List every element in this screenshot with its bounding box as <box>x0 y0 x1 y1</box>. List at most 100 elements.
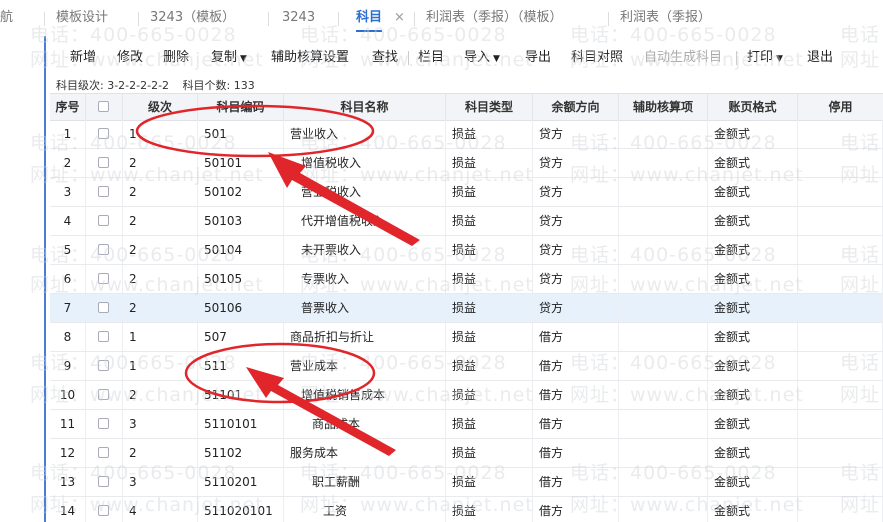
subject-levels: 科目级次: 3-2-2-2-2-2 <box>56 79 170 92</box>
table-row[interactable]: 7 2 50106 普票收入 损益 贷方 金额式 <box>50 294 883 323</box>
table-row[interactable]: 9 1 511 营业成本 损益 借方 金额式 <box>50 352 883 381</box>
aux-accounting-settings-button[interactable]: 辅助核算设置 <box>271 45 349 71</box>
tab-divider <box>138 12 139 26</box>
table-row[interactable]: 5 2 50104 未开票收入 损益 贷方 金额式 <box>50 236 883 265</box>
select-all-checkbox[interactable] <box>98 101 109 112</box>
row-seq: 9 <box>50 352 86 380</box>
header-disabled[interactable]: 停用 <box>798 94 883 120</box>
row-checkbox[interactable] <box>98 244 109 255</box>
row-code: 50103 <box>198 207 284 235</box>
tab-3243-template[interactable]: 3243（模板） <box>150 0 235 36</box>
auto-generate-subjects-button[interactable]: 自动生成科目 <box>644 45 722 71</box>
edit-button[interactable]: 修改 <box>117 45 143 71</box>
row-level: 1 <box>123 323 198 351</box>
row-disabled <box>798 352 883 380</box>
row-level: 4 <box>123 497 198 522</box>
row-checkbox[interactable] <box>98 186 109 197</box>
table-row[interactable]: 12 2 51102 服务成本 损益 借方 金额式 <box>50 439 883 468</box>
row-format: 金额式 <box>708 439 798 467</box>
row-checkbox[interactable] <box>98 389 109 400</box>
row-format: 金额式 <box>708 323 798 351</box>
row-direction: 贷方 <box>533 178 619 206</box>
row-checkbox[interactable] <box>98 418 109 429</box>
tab-profit-quarterly[interactable]: 利润表（季报） <box>620 0 711 36</box>
table-row[interactable]: 10 2 51101 增值税销售成本 损益 借方 金额式 <box>50 381 883 410</box>
row-format: 金额式 <box>708 381 798 409</box>
row-format: 金额式 <box>708 468 798 496</box>
header-seq[interactable]: 序号 <box>50 94 86 120</box>
row-direction: 借方 <box>533 468 619 496</box>
table-row[interactable]: 14 4 511020101 工资 损益 借方 金额式 <box>50 497 883 522</box>
row-aux <box>619 352 708 380</box>
table-row[interactable]: 2 2 50101 增值税收入 损益 贷方 金额式 <box>50 149 883 178</box>
row-checkbox[interactable] <box>98 476 109 487</box>
row-select-cell <box>86 178 123 206</box>
row-name: 服务成本 <box>284 439 446 467</box>
header-aux[interactable]: 辅助核算项 <box>619 94 708 120</box>
find-button[interactable]: 查找 <box>372 45 398 71</box>
header-format[interactable]: 账页格式 <box>708 94 798 120</box>
table-row[interactable]: 8 1 507 商品折扣与折让 损益 借方 金额式 <box>50 323 883 352</box>
table-row[interactable]: 11 3 5110101 商品成本 损益 借方 金额式 <box>50 410 883 439</box>
tab-template-design[interactable]: 模板设计 <box>56 0 108 36</box>
toolbar: 新增 修改 删除 复制 ▼ 辅助核算设置 查找 栏目 导入 ▼ 导出 科目对照 自动… <box>46 45 883 71</box>
header-type[interactable]: 科目类型 <box>446 94 533 120</box>
row-checkbox[interactable] <box>98 128 109 139</box>
delete-button[interactable]: 删除 <box>163 45 189 71</box>
table-row[interactable]: 4 2 50103 代开增值税收入 损益 贷方 金额式 <box>50 207 883 236</box>
print-dropdown-button[interactable]: 打印 ▼ <box>747 45 783 71</box>
import-dropdown-button[interactable]: 导入 ▼ <box>464 45 500 71</box>
row-code: 511 <box>198 352 284 380</box>
row-seq: 1 <box>50 120 86 148</box>
row-checkbox[interactable] <box>98 215 109 226</box>
row-checkbox[interactable] <box>98 273 109 284</box>
row-type: 损益 <box>446 352 533 380</box>
row-format: 金额式 <box>708 207 798 235</box>
tab-profit-quarterly-template[interactable]: 利润表（季报）（模板） <box>426 0 563 36</box>
row-level: 2 <box>123 439 198 467</box>
row-code: 50102 <box>198 178 284 206</box>
row-select-cell <box>86 497 123 522</box>
header-code[interactable]: 科目编码 <box>198 94 284 120</box>
row-name: 商品折扣与折让 <box>284 323 446 351</box>
table-row[interactable]: 3 2 50102 营业税收入 损益 贷方 金额式 <box>50 178 883 207</box>
row-select-cell <box>86 120 123 148</box>
row-disabled <box>798 468 883 496</box>
row-aux <box>619 410 708 438</box>
row-direction: 贷方 <box>533 294 619 322</box>
row-format: 金额式 <box>708 236 798 264</box>
header-level[interactable]: 级次 <box>123 94 198 120</box>
exit-button[interactable]: 退出 <box>807 45 833 71</box>
columns-button[interactable]: 栏目 <box>418 45 444 71</box>
row-seq: 12 <box>50 439 86 467</box>
subject-mapping-button[interactable]: 科目对照 <box>571 45 623 71</box>
row-checkbox[interactable] <box>98 447 109 458</box>
copy-dropdown-button[interactable]: 复制 ▼ <box>211 45 247 71</box>
header-name[interactable]: 科目名称 <box>284 94 446 120</box>
tab-3243[interactable]: 3243 <box>282 0 315 36</box>
table-row[interactable]: 1 1 501 营业收入 损益 贷方 金额式 <box>50 120 883 149</box>
table-row[interactable]: 13 3 5110201 职工薪酬 损益 借方 金额式 <box>50 468 883 497</box>
tab-subjects[interactable]: 科目 <box>356 0 383 36</box>
row-direction: 借方 <box>533 497 619 522</box>
row-checkbox[interactable] <box>98 505 109 516</box>
table-row[interactable]: 6 2 50105 专票收入 损益 贷方 金额式 <box>50 265 883 294</box>
row-format: 金额式 <box>708 178 798 206</box>
row-checkbox[interactable] <box>98 302 109 313</box>
row-checkbox[interactable] <box>98 360 109 371</box>
add-button[interactable]: 新增 <box>70 45 96 71</box>
row-checkbox[interactable] <box>98 157 109 168</box>
tab-navigation[interactable]: 航 <box>0 0 13 36</box>
header-select[interactable] <box>86 94 123 120</box>
close-tab-icon[interactable]: × <box>394 0 405 36</box>
row-type: 损益 <box>446 497 533 522</box>
header-direction[interactable]: 余额方向 <box>533 94 619 120</box>
export-button[interactable]: 导出 <box>525 45 551 71</box>
chevron-down-icon: ▼ <box>776 54 783 64</box>
row-seq: 7 <box>50 294 86 322</box>
row-seq: 5 <box>50 236 86 264</box>
row-direction: 借方 <box>533 410 619 438</box>
row-checkbox[interactable] <box>98 331 109 342</box>
row-code: 51102 <box>198 439 284 467</box>
row-type: 损益 <box>446 265 533 293</box>
